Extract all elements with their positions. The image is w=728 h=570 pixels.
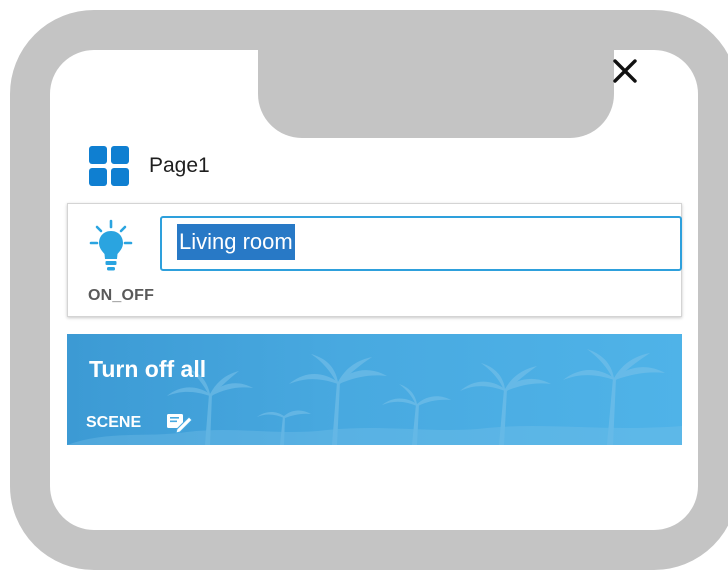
scene-type-label: SCENE (86, 414, 142, 431)
widget-type-label: ON_OFF (88, 287, 155, 304)
lightbulb-icon (89, 219, 133, 271)
edit-icon[interactable] (165, 410, 193, 434)
phone-notch (258, 50, 614, 138)
palm-trees-background (67, 349, 682, 445)
page-header: Page1 (89, 146, 210, 186)
widget-name-input[interactable] (160, 216, 682, 271)
scene-title: Turn off all (89, 356, 207, 382)
close-icon[interactable] (608, 54, 642, 88)
widget-card[interactable]: ON_OFF (67, 203, 682, 317)
page-title: Page1 (149, 154, 210, 177)
scene-tile[interactable]: Turn off all SCENE (67, 334, 682, 445)
grid-icon (89, 146, 129, 186)
